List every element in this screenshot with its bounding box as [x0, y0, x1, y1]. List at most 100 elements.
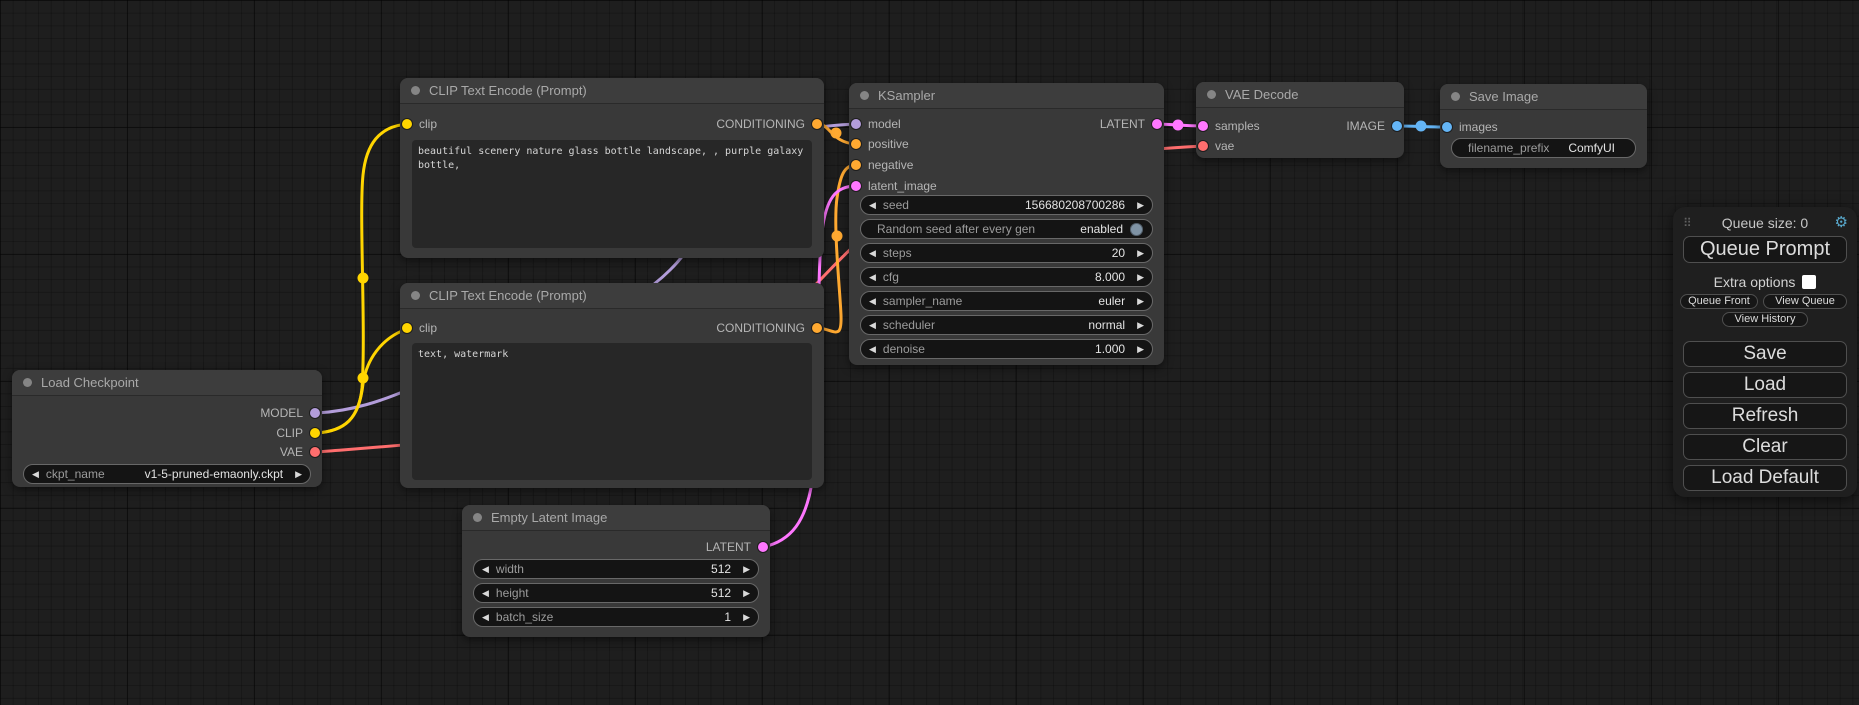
view-queue-button[interactable]: View Queue [1763, 294, 1847, 309]
widget-denoise[interactable]: ◀ denoise 1.000 ▶ [860, 339, 1153, 359]
node-titlebar[interactable]: KSampler [849, 83, 1164, 109]
widget-width[interactable]: ◀ width 512 ▶ [473, 559, 759, 579]
node-title: VAE Decode [1225, 82, 1298, 107]
widget-value: 20 [1112, 246, 1125, 260]
conditioning-port[interactable] [851, 160, 861, 170]
latent-port[interactable] [851, 181, 861, 191]
decrement-arrow-icon[interactable]: ◀ [482, 565, 489, 574]
widget-height[interactable]: ◀ height 512 ▶ [473, 583, 759, 603]
node-titlebar[interactable]: VAE Decode [1196, 82, 1404, 108]
latent-port[interactable] [1152, 119, 1162, 129]
link-dot[interactable] [1173, 120, 1184, 131]
collapse-dot-icon[interactable] [1451, 92, 1460, 101]
prompt-textarea[interactable]: beautiful scenery nature glass bottle la… [412, 140, 812, 248]
widget-random-seed-toggle[interactable]: Random seed after every gen enabled [860, 219, 1153, 239]
decrement-arrow-icon[interactable]: ◀ [32, 470, 39, 479]
model-port[interactable] [851, 119, 861, 129]
node-load-checkpoint[interactable]: Load Checkpoint MODEL CLIP VAE ◀ ckpt_na… [12, 370, 322, 487]
increment-arrow-icon[interactable]: ▶ [743, 613, 750, 622]
latent-port[interactable] [758, 542, 768, 552]
node-titlebar[interactable]: Empty Latent Image [462, 505, 770, 531]
widget-steps[interactable]: ◀ steps 20 ▶ [860, 243, 1153, 263]
increment-arrow-icon[interactable]: ▶ [743, 589, 750, 598]
image-port[interactable] [1392, 121, 1402, 131]
clear-button[interactable]: Clear [1683, 434, 1847, 460]
collapse-dot-icon[interactable] [860, 91, 869, 100]
slot-label: negative [868, 158, 913, 172]
collapse-dot-icon[interactable] [411, 86, 420, 95]
refresh-button[interactable]: Refresh [1683, 403, 1847, 429]
node-clip-text-encode-positive[interactable]: CLIP Text Encode (Prompt) clip CONDITION… [400, 78, 824, 258]
decrement-arrow-icon[interactable]: ◀ [869, 321, 876, 330]
increment-arrow-icon[interactable]: ▶ [295, 470, 302, 479]
conditioning-port[interactable] [812, 119, 822, 129]
decrement-arrow-icon[interactable]: ◀ [869, 201, 876, 210]
collapse-dot-icon[interactable] [473, 513, 482, 522]
settings-gear-icon[interactable]: ⚙ [1835, 214, 1848, 232]
increment-arrow-icon[interactable]: ▶ [1137, 201, 1144, 210]
latent-port[interactable] [1198, 121, 1208, 131]
vae-port[interactable] [1198, 141, 1208, 151]
link-dot[interactable] [832, 231, 843, 242]
widget-scheduler[interactable]: ◀ scheduler normal ▶ [860, 315, 1153, 335]
load-default-button[interactable]: Load Default [1683, 465, 1847, 491]
widget-sampler-name[interactable]: ◀ sampler_name euler ▶ [860, 291, 1153, 311]
increment-arrow-icon[interactable]: ▶ [1137, 297, 1144, 306]
load-button[interactable]: Load [1683, 372, 1847, 398]
widget-batch-size[interactable]: ◀ batch_size 1 ▶ [473, 607, 759, 627]
widget-ckpt-name[interactable]: ◀ ckpt_name v1-5-pruned-emaonly.ckpt ▶ [23, 464, 311, 484]
queue-panel-header: ⠿ Queue size: 0 ⚙ [1682, 214, 1848, 232]
node-titlebar[interactable]: Load Checkpoint [12, 370, 322, 396]
input-slot-clip: clip [400, 116, 437, 132]
collapse-dot-icon[interactable] [1207, 90, 1216, 99]
node-title: CLIP Text Encode (Prompt) [429, 283, 587, 308]
view-history-button[interactable]: View History [1722, 312, 1808, 327]
node-graph-canvas[interactable]: Load Checkpoint MODEL CLIP VAE ◀ ckpt_na… [0, 0, 1859, 705]
toggle-knob-icon[interactable] [1130, 223, 1143, 236]
queue-front-button[interactable]: Queue Front [1680, 294, 1758, 309]
decrement-arrow-icon[interactable]: ◀ [869, 273, 876, 282]
conditioning-port[interactable] [812, 323, 822, 333]
save-button[interactable]: Save [1683, 341, 1847, 367]
conditioning-port[interactable] [851, 139, 861, 149]
decrement-arrow-icon[interactable]: ◀ [869, 297, 876, 306]
clip-port[interactable] [402, 119, 412, 129]
node-clip-text-encode-negative[interactable]: CLIP Text Encode (Prompt) clip CONDITION… [400, 283, 824, 488]
clip-port[interactable] [402, 323, 412, 333]
widget-filename-prefix[interactable]: filename_prefix ComfyUI [1451, 138, 1636, 158]
slot-label: clip [419, 117, 437, 131]
collapse-dot-icon[interactable] [411, 291, 420, 300]
node-titlebar[interactable]: CLIP Text Encode (Prompt) [400, 283, 824, 309]
image-port[interactable] [1442, 122, 1452, 132]
vae-port[interactable] [310, 447, 320, 457]
widget-seed[interactable]: ◀ seed 156680208700286 ▶ [860, 195, 1153, 215]
link-dot[interactable] [358, 373, 369, 384]
extra-options-checkbox[interactable] [1802, 275, 1816, 289]
widget-label: sampler_name [883, 294, 962, 308]
prompt-textarea[interactable]: text, watermark [412, 343, 812, 480]
node-ksampler[interactable]: KSampler model positive negative latent_… [849, 83, 1164, 365]
decrement-arrow-icon[interactable]: ◀ [482, 613, 489, 622]
increment-arrow-icon[interactable]: ▶ [1137, 249, 1144, 258]
increment-arrow-icon[interactable]: ▶ [1137, 321, 1144, 330]
model-port[interactable] [310, 408, 320, 418]
collapse-dot-icon[interactable] [23, 378, 32, 387]
increment-arrow-icon[interactable]: ▶ [743, 565, 750, 574]
node-titlebar[interactable]: CLIP Text Encode (Prompt) [400, 78, 824, 104]
clip-port[interactable] [310, 428, 320, 438]
node-vae-decode[interactable]: VAE Decode samples vae IMAGE [1196, 82, 1404, 158]
decrement-arrow-icon[interactable]: ◀ [869, 345, 876, 354]
node-save-image[interactable]: Save Image images filename_prefix ComfyU… [1440, 84, 1647, 168]
link-dot[interactable] [358, 273, 369, 284]
widget-cfg[interactable]: ◀ cfg 8.000 ▶ [860, 267, 1153, 287]
node-empty-latent-image[interactable]: Empty Latent Image LATENT ◀ width 512 ▶ … [462, 505, 770, 637]
widget-label: denoise [883, 342, 925, 356]
link-dot[interactable] [1416, 121, 1427, 132]
link-dot[interactable] [831, 128, 842, 139]
decrement-arrow-icon[interactable]: ◀ [869, 249, 876, 258]
node-titlebar[interactable]: Save Image [1440, 84, 1647, 110]
queue-prompt-button[interactable]: Queue Prompt [1683, 236, 1847, 263]
increment-arrow-icon[interactable]: ▶ [1137, 273, 1144, 282]
decrement-arrow-icon[interactable]: ◀ [482, 589, 489, 598]
increment-arrow-icon[interactable]: ▶ [1137, 345, 1144, 354]
